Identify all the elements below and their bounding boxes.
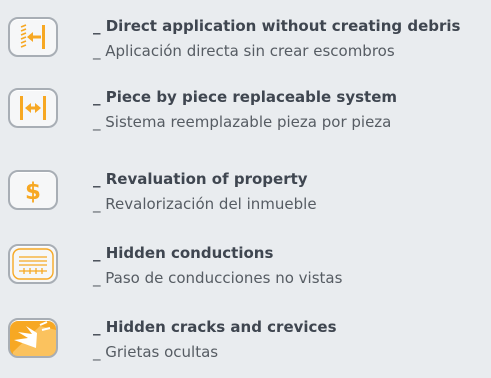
crack-icon [8,318,58,358]
feature-item-direct-application: _ Direct application without creating de… [0,17,491,77]
feature-subtitle: _ Aplicación directa sin crear escombros [93,42,395,60]
feature-title: _ Revaluation of property [93,170,308,188]
wall-arrow-icon [8,17,58,57]
feature-subtitle: _ Sistema reemplazable pieza por pieza [93,113,392,131]
feature-subtitle: _ Grietas ocultas [93,343,219,361]
feature-title: _ Piece by piece replaceable system [93,88,398,106]
conduits-icon [8,244,58,284]
dollar-icon: $ [8,170,58,210]
feature-item-revaluation: $ _ Revaluation of property _ Revaloriza… [0,170,491,230]
feature-subtitle: _ Paso de conducciones no vistas [93,269,343,287]
feature-title: _ Direct application without creating de… [93,17,461,35]
feature-subtitle: _ Revalorización del inmueble [93,195,317,213]
replace-arrows-icon [8,88,58,128]
svg-text:$: $ [25,179,41,205]
feature-title: _ Hidden conductions [93,244,274,262]
feature-item-replaceable-system: _ Piece by piece replaceable system _ Si… [0,88,491,148]
feature-title: _ Hidden cracks and crevices [93,318,337,336]
feature-item-hidden-cracks: _ Hidden cracks and crevices _ Grietas o… [0,318,491,378]
feature-item-hidden-conductions: _ Hidden conductions _ Paso de conduccio… [0,244,491,304]
